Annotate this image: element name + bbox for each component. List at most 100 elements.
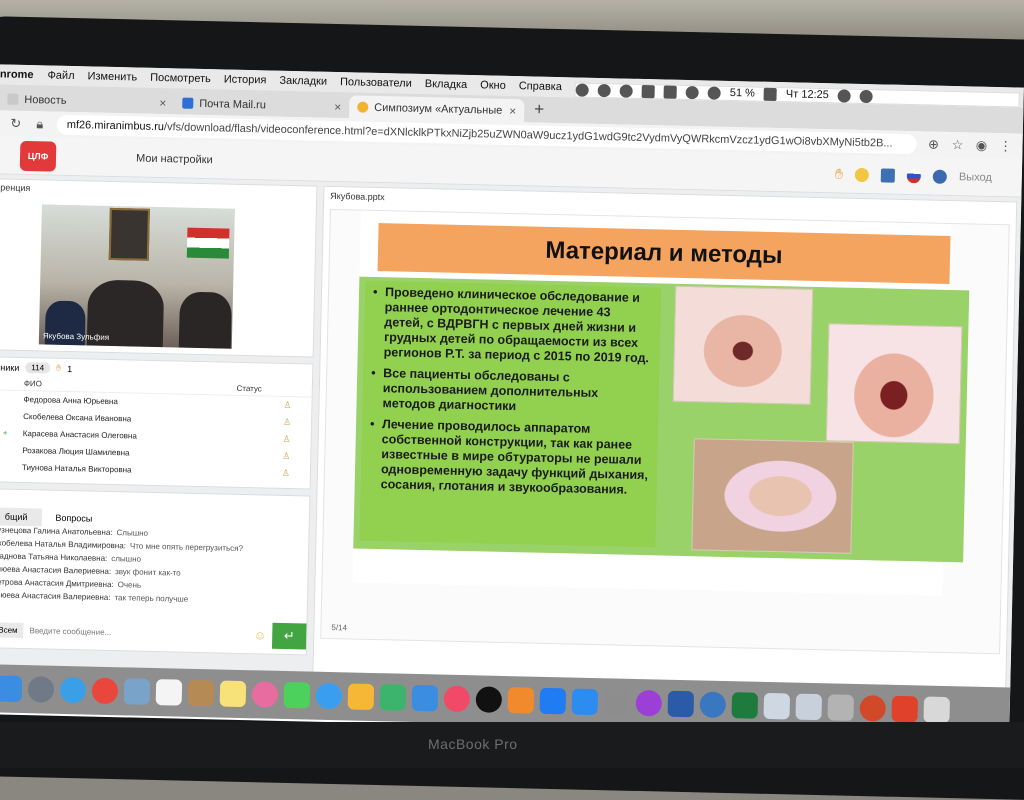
text-icon[interactable] [663,84,677,99]
message-author: Скобелева Наталья Владимировна: [0,538,127,551]
keynote-icon[interactable] [411,684,439,712]
facetime-icon[interactable] [283,681,311,709]
wifi-icon[interactable] [685,85,699,99]
folder-icon[interactable] [880,167,896,183]
slide-viewport[interactable]: Материал и методы • Проведено клиническое… [320,208,1010,655]
zoom-icon[interactable]: ⊕ [926,136,940,151]
tab-news[interactable]: Новость × [0,87,175,114]
video-feed[interactable]: Якубова Зульфия [38,204,235,349]
app-logo[interactable]: ЦЛФ [19,140,57,172]
tray-icon[interactable] [597,83,611,97]
tab-title: Новость [24,93,67,107]
tab-title: Почта Mail.ru [199,97,267,111]
tab-questions[interactable]: Вопросы [41,508,106,527]
tab-title: Симпозиум «Актуальные [374,101,503,117]
app-body: ренция Якубова Зульфия тники 114 ✋︎ 1 ФИ… [0,174,1022,702]
laptop-label: MacBook Pro [428,736,518,752]
volume-icon[interactable] [707,85,721,100]
contacts-icon[interactable] [187,679,215,707]
music-icon[interactable] [443,685,471,713]
user-icon: ♙ [282,450,291,462]
photos-icon[interactable] [251,681,279,708]
preview-icon[interactable] [123,678,151,705]
chrome-favicon-icon [357,101,369,113]
menubar-app-name[interactable]: nrome [0,68,34,81]
participant-name: Тиунова Наталья Викторовна [21,462,132,475]
messages-icon[interactable] [315,682,343,710]
battery-icon[interactable] [763,87,778,101]
word-icon[interactable] [667,690,695,718]
reload-icon[interactable]: ↻ [9,116,23,131]
lock-icon[interactable]: 🔒︎ [33,116,47,131]
siri-icon[interactable] [859,89,873,103]
my-settings-link[interactable]: Мои настройки [136,152,213,166]
zoom-icon[interactable] [571,688,599,716]
tv-icon[interactable] [475,686,503,713]
menu-file[interactable]: Файл [47,69,74,82]
menu-help[interactable]: Справка [519,80,562,93]
chrome-icon[interactable] [91,677,119,705]
tray-icon[interactable] [575,82,589,97]
close-icon[interactable]: × [334,99,341,113]
message-author: Клюева Анастасия Валериевна: [0,564,112,577]
pdf-icon[interactable] [891,695,919,723]
tab-symposium[interactable]: Симпозиум «Актуальные × [348,95,525,123]
chat-input[interactable]: Введите сообщение... [29,626,248,640]
reminders-icon[interactable] [347,683,375,711]
books-icon[interactable] [507,687,535,714]
clock[interactable]: Чт 12:25 [786,88,829,101]
bullet-text: Проведено клиническое обследование и ран… [383,285,650,366]
menu-bookmarks[interactable]: Закладки [279,75,327,88]
close-icon[interactable]: × [159,96,166,110]
tab-general[interactable]: бщий [0,507,42,527]
new-tab-button[interactable]: + [524,99,554,123]
slide-title: Материал и методы [377,223,951,284]
quicktime-icon[interactable] [699,691,727,719]
podcasts-icon[interactable] [635,689,663,717]
close-icon[interactable]: × [509,103,516,117]
profile-icon[interactable]: ◉ [974,138,988,153]
send-button[interactable]: ↵ [271,622,307,650]
numbers-icon[interactable] [379,684,407,711]
app-store-icon[interactable] [539,687,567,715]
exit-button[interactable]: Выход [959,171,992,184]
menu-tab[interactable]: Вкладка [425,78,468,91]
excel-icon[interactable] [731,692,759,719]
launchpad-icon[interactable] [27,676,55,703]
raise-hand-icon[interactable]: ✋︎ [835,165,843,182]
search-icon[interactable] [837,88,851,103]
trash-icon[interactable] [923,696,951,724]
participant-figure [178,291,233,349]
keychain-icon[interactable] [827,694,855,721]
menu-window[interactable]: Окно [480,79,506,92]
finder-icon[interactable] [0,675,23,703]
col-status: Статус [236,383,262,394]
menu-people[interactable]: Пользователи [340,76,412,90]
safari-icon[interactable] [59,676,87,704]
url-host: mf26.miranimbus.ru [66,118,165,134]
ai-icon[interactable] [763,692,791,720]
message-text: Что мне опять перегрузиться? [129,541,244,554]
help-icon[interactable] [932,169,948,184]
powerpoint-icon[interactable] [859,695,887,722]
menu-history[interactable]: История [224,73,267,86]
slide-page-number: 5/14 [331,623,348,633]
language-flag-icon[interactable] [906,168,922,183]
slide: Материал и методы • Проведено клиническое… [352,210,970,596]
calendar-icon[interactable] [155,679,183,706]
hands-count: 1 [67,363,73,374]
recipient-select[interactable]: Всем [0,621,24,638]
tray-icon[interactable] [619,83,633,98]
menu-view[interactable]: Посмотреть [150,72,211,85]
menu-dots-icon[interactable]: ⋮ [998,138,1012,153]
tab-mail[interactable]: Почта Mail.ru × [174,91,349,118]
notes-icon[interactable] [219,680,247,708]
emoji-icon[interactable]: ☺ [254,628,267,642]
system-preferences-icon[interactable] [603,689,631,716]
emoji-icon[interactable] [854,167,870,182]
star-icon[interactable]: ☆ [950,137,964,152]
airplay-icon[interactable] [641,84,655,98]
add-icon[interactable]: + [3,429,8,438]
photo-viewer-icon[interactable] [795,693,823,721]
menu-edit[interactable]: Изменить [87,70,137,83]
